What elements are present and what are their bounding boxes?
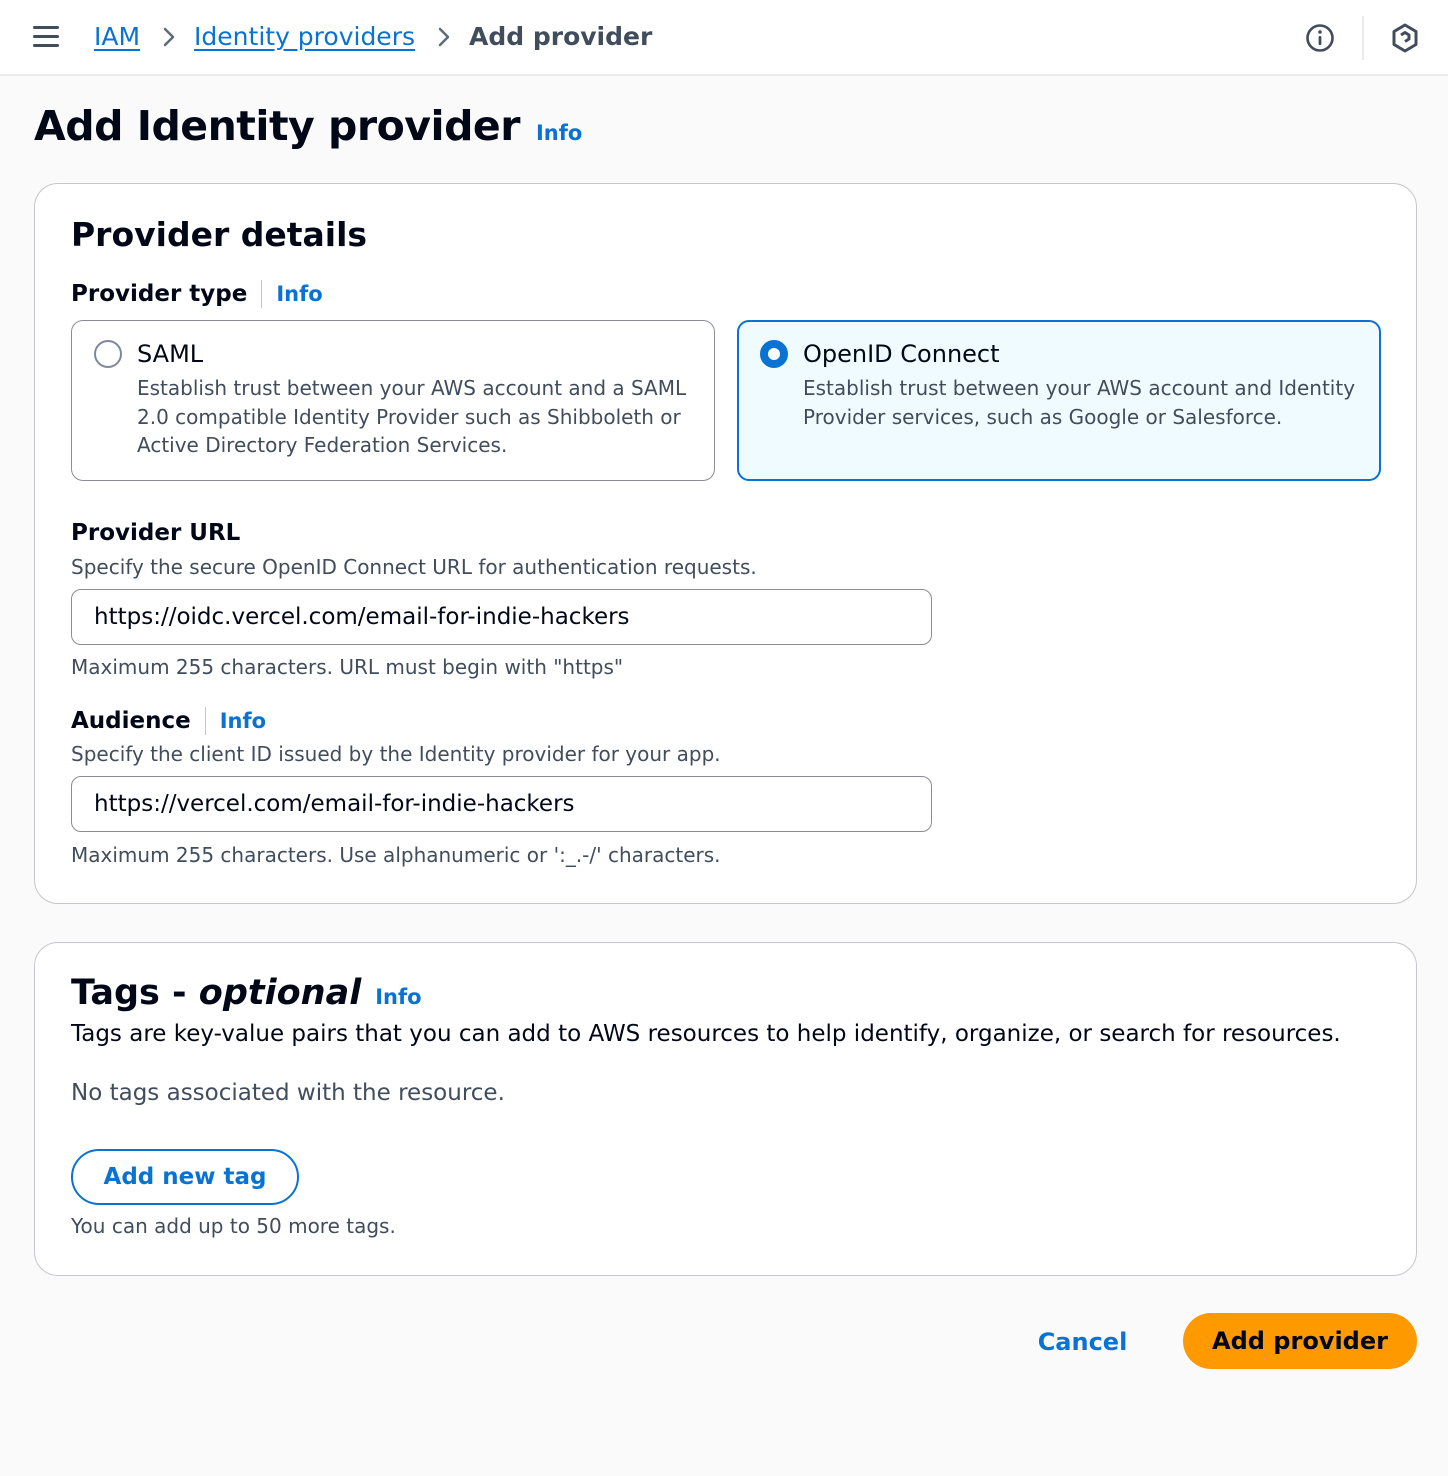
tags-heading-optional: optional [198, 973, 362, 1013]
tags-description: Tags are key-value pairs that you can ad… [71, 1021, 1341, 1047]
audience-input[interactable] [71, 776, 932, 832]
provider-url-label: Provider URL [71, 520, 241, 546]
breadcrumb-item-iam[interactable]: IAM [94, 22, 140, 51]
label-divider [261, 280, 263, 308]
audience-hint: Maximum 255 characters. Use alphanumeric… [71, 843, 721, 867]
provider-url-description: Specify the secure OpenID Connect URL fo… [71, 555, 757, 579]
toolbar-divider [1362, 16, 1364, 60]
breadcrumb-item-identity-providers[interactable]: Identity providers [194, 22, 415, 51]
menu-icon[interactable] [33, 26, 59, 48]
provider-type-info-link[interactable]: Info [276, 282, 322, 306]
saml-radio[interactable] [94, 340, 122, 368]
add-provider-button[interactable]: Add provider [1183, 1313, 1417, 1369]
provider-type-option-saml[interactable]: SAML Establish trust between your AWS ac… [71, 320, 715, 481]
openid-connect-option-title: OpenID Connect [803, 340, 1000, 368]
label-divider [204, 707, 206, 735]
audience-label-row: Audience Info [71, 707, 266, 735]
openid-connect-option-description: Establish trust between your AWS account… [803, 376, 1356, 429]
tags-empty-text: No tags associated with the resource. [71, 1080, 505, 1106]
provider-url-input[interactable] [71, 589, 932, 645]
page-title: Add Identity provider [34, 102, 520, 150]
tags-info-link[interactable]: Info [375, 985, 421, 1009]
provider-details-heading: Provider details [71, 215, 368, 254]
top-navigation-bar: IAM Identity providers Add provider [0, 0, 1448, 76]
provider-url-label-row: Provider URL [71, 520, 240, 546]
provider-details-panel: Provider details Provider type Info SAML… [34, 183, 1417, 904]
breadcrumb: IAM Identity providers Add provider [94, 22, 652, 51]
breadcrumb-current: Add provider [469, 22, 653, 51]
add-new-tag-button[interactable]: Add new tag [71, 1149, 299, 1205]
audience-label: Audience [71, 708, 191, 734]
info-icon[interactable] [1305, 23, 1335, 53]
settings-hexagon-icon[interactable] [1390, 22, 1420, 54]
saml-option-title: SAML [137, 340, 204, 368]
tags-heading-text: Tags - [71, 973, 187, 1013]
page-info-link[interactable]: Info [536, 121, 582, 145]
chevron-right-icon [438, 27, 450, 46]
saml-option-description: Establish trust between your AWS account… [137, 376, 687, 457]
provider-type-label: Provider type [71, 281, 248, 307]
tags-heading: Tags - optional [71, 973, 361, 1013]
tags-panel: Tags - optional Info Tags are key-value … [34, 942, 1417, 1276]
openid-connect-radio[interactable] [760, 340, 788, 368]
chevron-right-icon [163, 27, 175, 46]
page-header: Add Identity provider Info [34, 102, 582, 150]
provider-type-option-openid-connect[interactable]: OpenID Connect Establish trust between y… [737, 320, 1381, 481]
tags-heading-row: Tags - optional Info [71, 973, 422, 1013]
provider-url-hint: Maximum 255 characters. URL must begin w… [71, 655, 624, 679]
audience-description: Specify the client ID issued by the Iden… [71, 742, 721, 766]
cancel-button[interactable]: Cancel [1030, 1322, 1135, 1362]
audience-info-link[interactable]: Info [220, 709, 266, 733]
provider-type-label-row: Provider type Info [71, 280, 323, 308]
tags-limit-text: You can add up to 50 more tags. [71, 1214, 396, 1238]
